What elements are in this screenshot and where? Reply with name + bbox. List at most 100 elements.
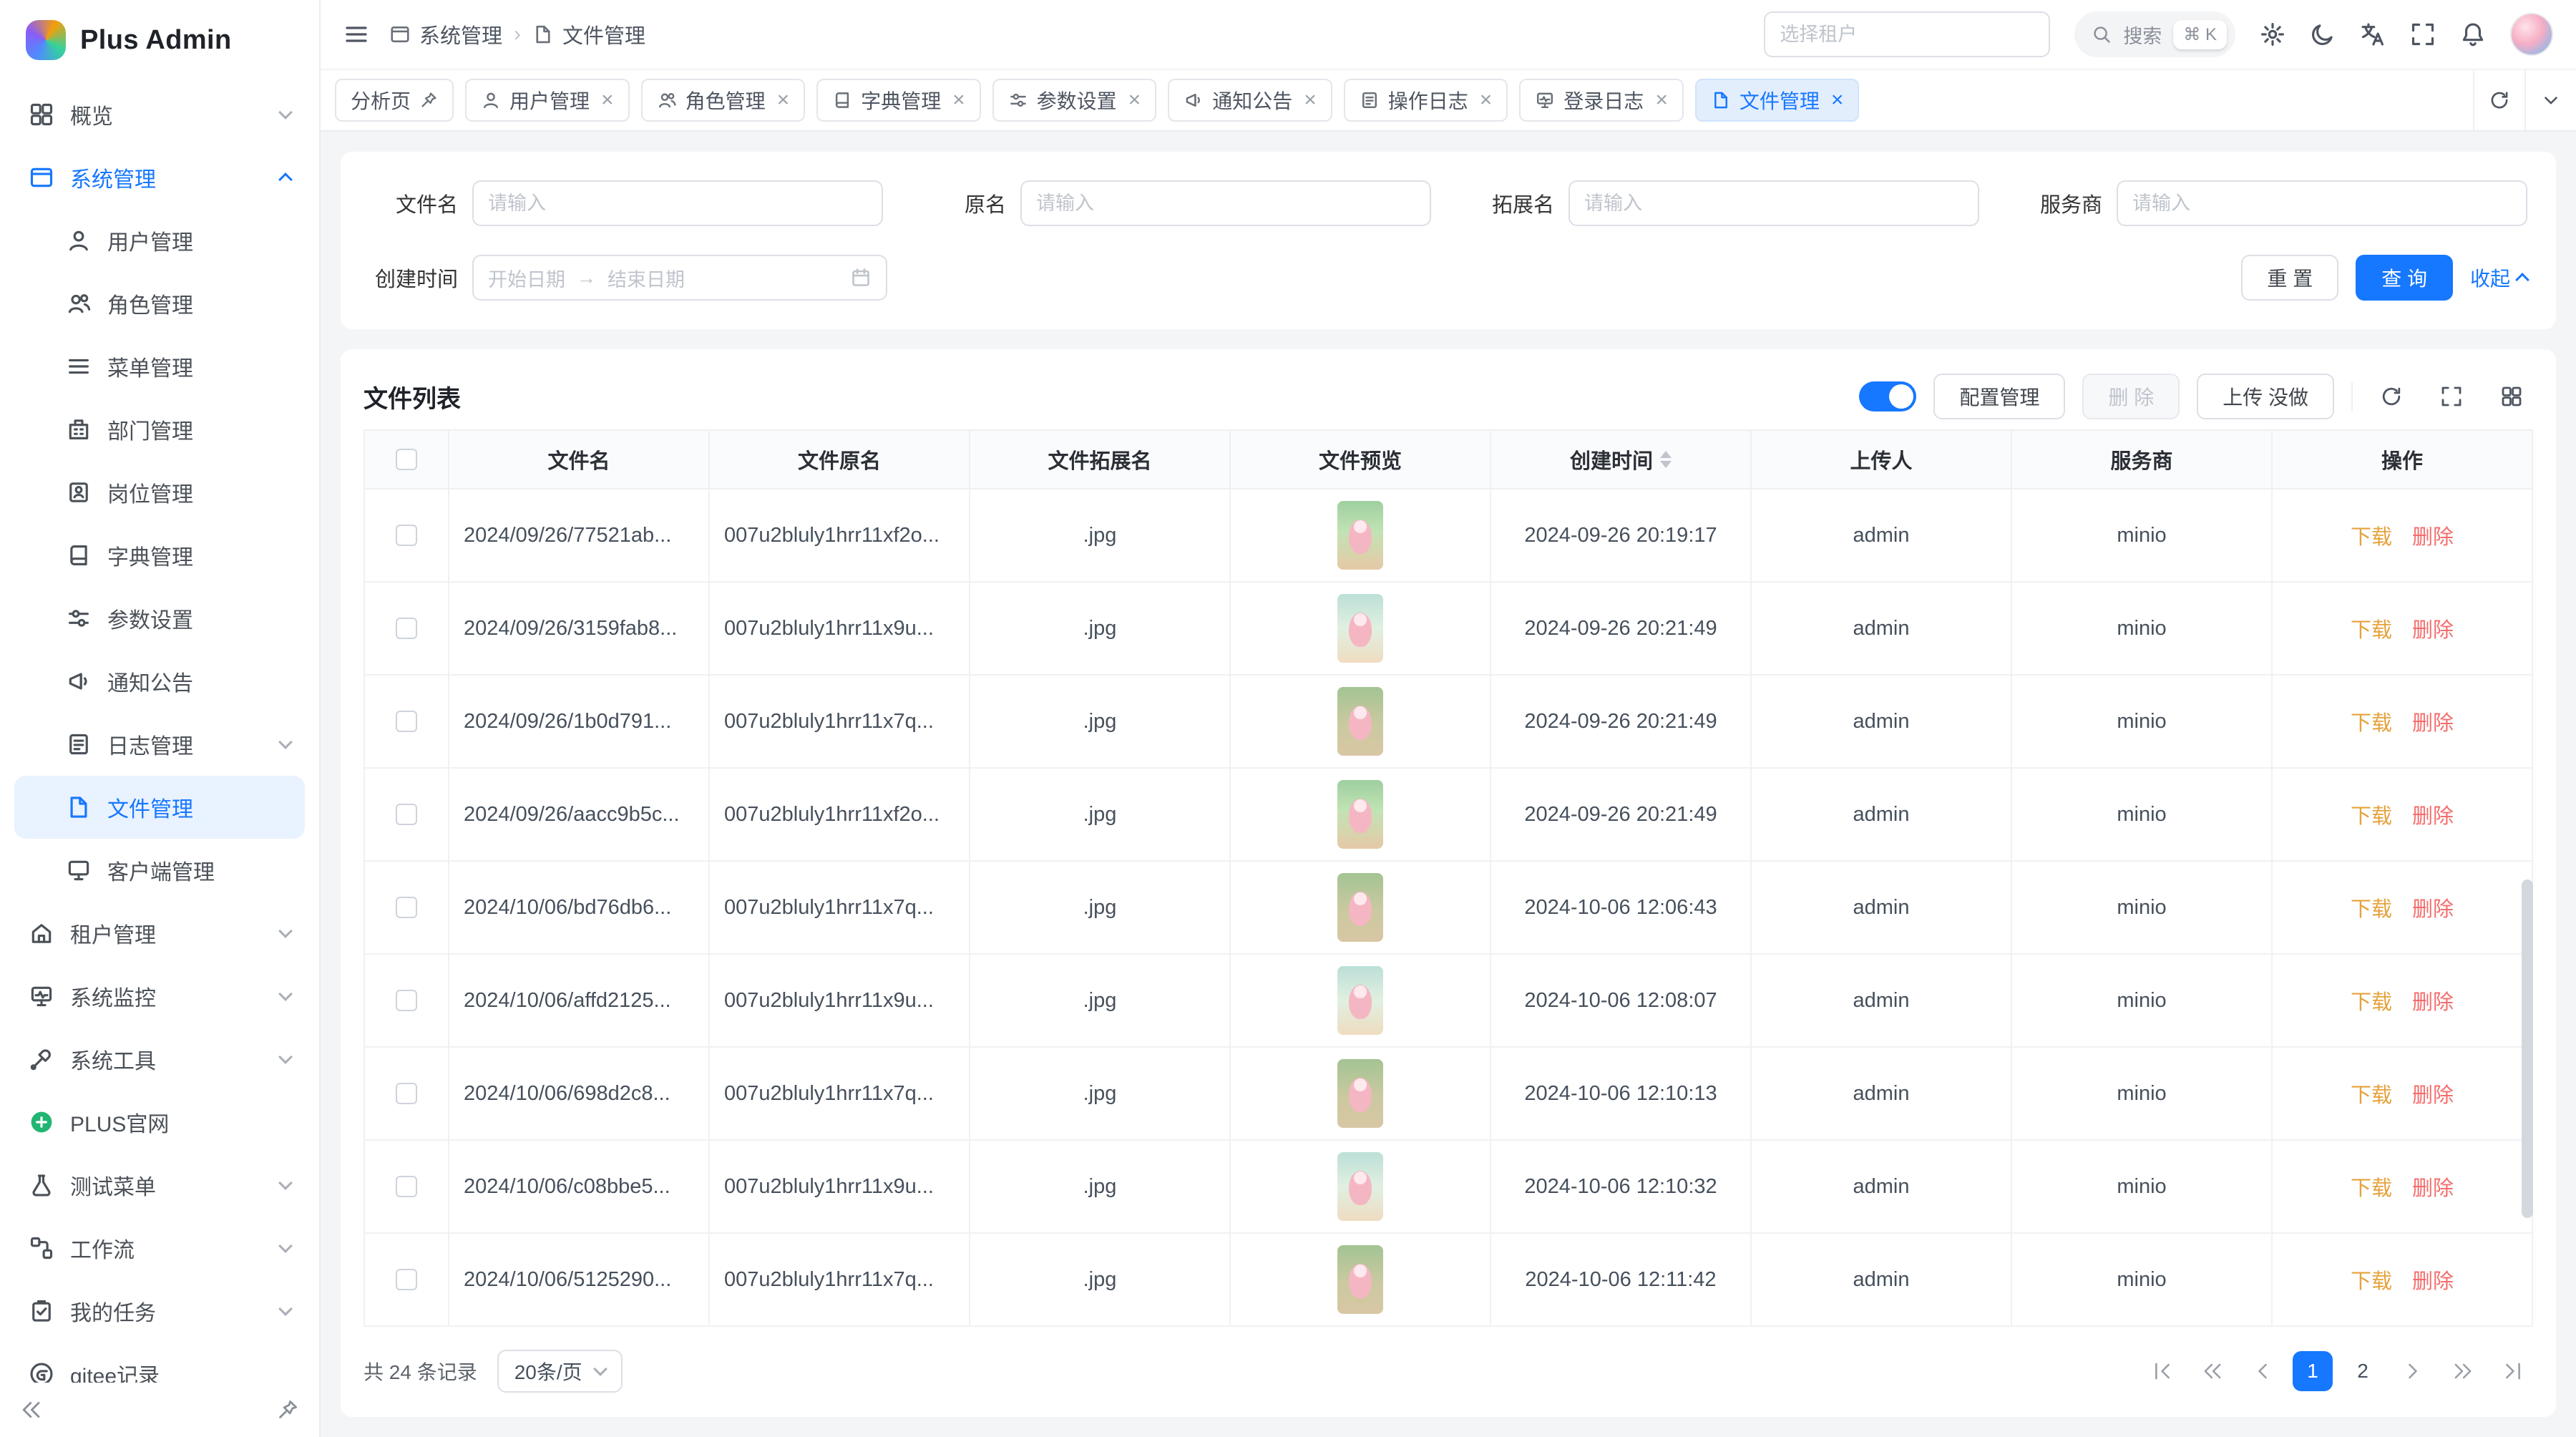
sidebar-item[interactable]: 日志管理 [14, 713, 305, 776]
hamburger-menu-icon[interactable] [343, 21, 369, 47]
download-link[interactable]: 下载 [2351, 799, 2392, 829]
file-preview-image[interactable] [1337, 1245, 1383, 1314]
download-link[interactable]: 下载 [2351, 1171, 2392, 1202]
file-preview-image[interactable] [1337, 873, 1383, 942]
expand-table-icon[interactable] [2430, 375, 2473, 418]
pin-icon[interactable] [419, 91, 438, 109]
close-icon[interactable]: × [1128, 89, 1141, 111]
row-checkbox[interactable] [396, 711, 417, 732]
file-preview-image[interactable] [1337, 594, 1383, 663]
tab[interactable]: 通知公告 × [1168, 79, 1332, 122]
prev-page-button[interactable] [2243, 1351, 2283, 1391]
global-search[interactable]: 搜索 ⌘ K [2074, 11, 2235, 57]
date-range-input[interactable]: 开始日期 → 结束日期 [472, 255, 887, 301]
download-link[interactable]: 下载 [2351, 520, 2392, 550]
row-checkbox[interactable] [396, 804, 417, 825]
sidebar-item[interactable]: 租户管理 [14, 902, 305, 965]
column-header[interactable]: 文件拓展名 [970, 429, 1231, 489]
notification-bell-icon[interactable] [2460, 21, 2486, 47]
fullscreen-icon[interactable] [2410, 21, 2436, 47]
sidebar-item[interactable]: 系统监控 [14, 965, 305, 1028]
collapse-sidebar-icon[interactable] [20, 1398, 43, 1421]
filter-field-input[interactable] [472, 180, 883, 226]
jump-forward-button[interactable] [2443, 1351, 2483, 1391]
delete-link[interactable]: 删除 [2412, 1078, 2454, 1109]
file-preview-image[interactable] [1337, 687, 1383, 756]
last-page-button[interactable] [2493, 1351, 2533, 1391]
sidebar-item[interactable]: 参数设置 [14, 587, 305, 650]
filter-field-input[interactable] [1568, 180, 1979, 226]
sidebar-item[interactable]: 通知公告 [14, 650, 305, 713]
breadcrumb-item[interactable]: 文件管理 [532, 19, 645, 49]
delete-link[interactable]: 删除 [2412, 799, 2454, 829]
tab[interactable]: 分析页 [335, 79, 454, 122]
upload-button[interactable]: 上传 没做 [2197, 374, 2334, 419]
download-link[interactable]: 下载 [2351, 985, 2392, 1015]
breadcrumb-item[interactable]: 系统管理 [389, 19, 502, 49]
sidebar-item[interactable]: 客户端管理 [14, 839, 305, 902]
search-button[interactable]: 查 询 [2356, 255, 2453, 301]
sidebar-item[interactable]: 菜单管理 [14, 335, 305, 398]
page-size-select[interactable]: 20条/页 [497, 1350, 623, 1393]
column-header[interactable]: 操作 [2273, 429, 2533, 489]
select-all-checkbox[interactable] [396, 449, 417, 470]
collapse-filter-link[interactable]: 收起 [2470, 263, 2527, 292]
refresh-tab-icon[interactable] [2473, 70, 2524, 130]
row-checkbox[interactable] [396, 1176, 417, 1197]
table-scrollbar[interactable] [2522, 880, 2533, 1219]
config-toggle[interactable] [1859, 381, 1916, 411]
sort-icons[interactable] [1660, 451, 1672, 468]
tenant-select[interactable] [1764, 11, 2050, 57]
sidebar-item[interactable]: 系统管理 [14, 146, 305, 209]
row-checkbox[interactable] [396, 1269, 417, 1290]
sidebar-item[interactable]: 我的任务 [14, 1280, 305, 1343]
delete-link[interactable]: 删除 [2412, 1171, 2454, 1202]
row-checkbox[interactable] [396, 897, 417, 918]
close-icon[interactable]: × [601, 89, 614, 111]
config-manage-button[interactable]: 配置管理 [1933, 374, 2065, 419]
tab[interactable]: 字典管理 × [816, 79, 981, 122]
dark-mode-moon-icon[interactable] [2310, 21, 2336, 47]
refresh-list-icon[interactable] [2370, 375, 2413, 418]
page-number[interactable]: 2 [2343, 1351, 2383, 1391]
filter-field-input[interactable] [1020, 180, 1431, 226]
sidebar-item[interactable]: 概览 [14, 83, 305, 146]
column-header[interactable]: 服务商 [2012, 429, 2273, 489]
sidebar-item[interactable]: 测试菜单 [14, 1154, 305, 1217]
close-icon[interactable]: × [1304, 89, 1317, 111]
close-icon[interactable]: × [952, 89, 965, 111]
delete-link[interactable]: 删除 [2412, 892, 2454, 922]
row-checkbox[interactable] [396, 990, 417, 1011]
tab-menu-chevron-icon[interactable] [2524, 70, 2576, 130]
translate-icon[interactable] [2360, 21, 2386, 47]
tab[interactable]: 操作日志 × [1344, 79, 1508, 122]
sidebar-item[interactable]: 系统工具 [14, 1028, 305, 1091]
column-header[interactable]: 文件原名 [710, 429, 970, 489]
user-avatar[interactable] [2510, 13, 2553, 56]
column-header[interactable]: 创建时间 [1491, 429, 1752, 489]
close-icon[interactable]: × [1480, 89, 1493, 111]
close-icon[interactable]: × [1655, 89, 1668, 111]
sidebar-item[interactable]: 岗位管理 [14, 461, 305, 524]
delete-link[interactable]: 删除 [2412, 706, 2454, 736]
download-link[interactable]: 下载 [2351, 1265, 2392, 1295]
column-header[interactable]: 文件预览 [1231, 429, 1491, 489]
close-icon[interactable]: × [777, 89, 790, 111]
sidebar-item[interactable]: 字典管理 [14, 524, 305, 587]
sidebar-item[interactable]: 角色管理 [14, 272, 305, 335]
jump-back-button[interactable] [2192, 1351, 2233, 1391]
delete-link[interactable]: 删除 [2412, 520, 2454, 550]
download-link[interactable]: 下载 [2351, 1078, 2392, 1109]
reset-button[interactable]: 重 置 [2241, 255, 2338, 301]
row-checkbox[interactable] [396, 618, 417, 639]
tab[interactable]: 角色管理 × [641, 79, 806, 122]
sidebar-item[interactable]: 文件管理 [14, 776, 305, 839]
download-link[interactable]: 下载 [2351, 892, 2392, 922]
settings-gear-icon[interactable] [2260, 21, 2285, 47]
page-number[interactable]: 1 [2293, 1351, 2333, 1391]
tab[interactable]: 用户管理 × [465, 79, 630, 122]
column-settings-icon[interactable] [2490, 375, 2533, 418]
sidebar-item[interactable]: 部门管理 [14, 398, 305, 461]
download-link[interactable]: 下载 [2351, 706, 2392, 736]
delete-link[interactable]: 删除 [2412, 613, 2454, 643]
